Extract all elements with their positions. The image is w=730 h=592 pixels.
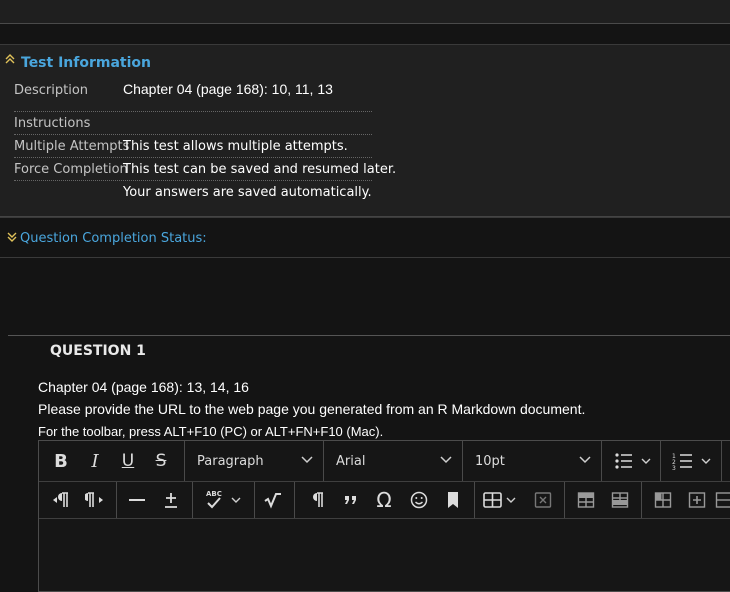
plus-minus-button[interactable] [157,488,185,512]
font-size-dropdown[interactable]: 10pt [463,441,601,481]
toolbar-separator [474,482,475,518]
block-format-value: Paragraph [197,454,264,469]
question-divider [8,335,730,336]
delete-table-icon [534,491,552,509]
special-char-button[interactable]: Ω [369,487,399,513]
spellcheck-button[interactable]: ABC [199,488,249,512]
spellcheck-icon: ABC [201,489,247,511]
show-blocks-icon [309,491,325,509]
toolbar-separator [254,482,255,518]
horizontal-rule-button[interactable] [123,488,151,512]
expand-icon[interactable] [7,232,17,245]
multiple-attempts-label: Multiple Attempts [14,139,129,154]
test-information-panel: Test Information Description Chapter 04 … [0,44,730,217]
table-button[interactable] [481,488,527,512]
math-icon [263,491,283,509]
table-row-after-button[interactable] [606,488,634,512]
toolbar-separator [116,482,117,518]
font-family-dropdown[interactable]: Arial [324,441,462,481]
question-completion-status-link[interactable]: Question Completion Status: [20,231,207,246]
italic-icon: I [91,451,98,472]
question-number: QUESTION 1 [50,343,146,359]
bookmark-button[interactable] [439,488,467,512]
ltr-icon [51,491,71,509]
toolbar-separator [294,482,295,518]
rtl-icon [85,491,105,509]
question-completion-status: Question Completion Status: [0,217,730,258]
delete-table-button[interactable] [529,488,557,512]
row-divider [14,111,372,112]
italic-button[interactable]: I [81,449,109,473]
question-text-line2: Please provide the URL to the web page y… [38,401,585,417]
chevron-down-icon [301,456,313,464]
description-value: Chapter 04 (page 168): 10, 11, 13 [123,81,333,97]
table-icon [482,490,526,510]
bold-button[interactable]: B [47,449,75,473]
bookmark-icon [446,491,460,509]
svg-text:ABC: ABC [206,490,222,498]
test-information-title[interactable]: Test Information [21,55,151,71]
table-merge-button[interactable] [715,488,730,512]
font-size-value: 10pt [475,454,505,469]
math-button[interactable] [259,488,287,512]
autosave-note: Your answers are saved automatically. [123,185,372,200]
blockquote-icon [342,491,360,509]
force-completion-value: This test can be saved and resumed later… [123,162,396,177]
horizontal-rule-icon [128,491,146,509]
chevron-down-icon [440,456,452,464]
table-merge-icon [715,491,730,509]
toolbar-separator [721,441,722,481]
toolbar-separator [660,441,661,481]
collapse-icon[interactable] [5,54,15,64]
show-blocks-button[interactable] [303,488,331,512]
force-completion-label: Force Completion [14,162,128,177]
row-divider [14,180,372,181]
table-row-before-icon [577,491,595,509]
table-col-before-button[interactable] [649,488,677,512]
multiple-attempts-value: This test allows multiple attempts. [123,139,348,154]
rtl-button[interactable] [81,488,109,512]
top-bar [0,0,730,24]
ltr-button[interactable] [47,488,75,512]
strikethrough-button[interactable]: S [147,449,175,473]
table-col-before-icon [654,491,672,509]
description-label: Description [14,83,88,98]
table-insert-col-button[interactable] [683,488,711,512]
table-row-after-icon [611,491,629,509]
bullet-list-button[interactable] [609,449,659,473]
row-divider [14,157,372,158]
editor-content-area[interactable] [39,519,730,591]
svg-text:3: 3 [672,465,676,471]
toolbar-separator [641,482,642,518]
toolbar-separator [601,441,602,481]
bold-icon: B [54,451,68,472]
instructions-label: Instructions [14,116,90,131]
bullet-list-icon [612,451,656,471]
table-insert-col-icon [688,491,706,509]
toolbar-separator [192,482,193,518]
toolbar-row-2: ABC Ω [39,482,730,519]
font-family-value: Arial [336,454,365,469]
emoji-button[interactable] [405,488,433,512]
question-text-line1: Chapter 04 (page 168): 13, 14, 16 [38,379,249,395]
emoji-icon [410,491,428,509]
underline-icon: U [122,451,134,471]
underline-button[interactable]: U [114,449,142,473]
row-divider [14,134,372,135]
plus-minus-icon [162,491,180,509]
toolbar-row-1: B I U S Paragraph Arial 10pt [39,441,730,482]
chevron-down-icon [579,456,591,464]
table-row-before-button[interactable] [572,488,600,512]
block-format-dropdown[interactable]: Paragraph [185,441,323,481]
numbered-list-button[interactable]: 1 2 3 [669,449,719,473]
toolbar-hint: For the toolbar, press ALT+F10 (PC) or A… [38,424,383,439]
numbered-list-icon: 1 2 3 [672,451,716,471]
strikethrough-icon: S [156,451,167,471]
toolbar-separator [564,482,565,518]
blockquote-button[interactable] [337,488,365,512]
rich-text-editor: B I U S Paragraph Arial 10pt [38,440,730,592]
special-char-icon: Ω [376,488,391,512]
